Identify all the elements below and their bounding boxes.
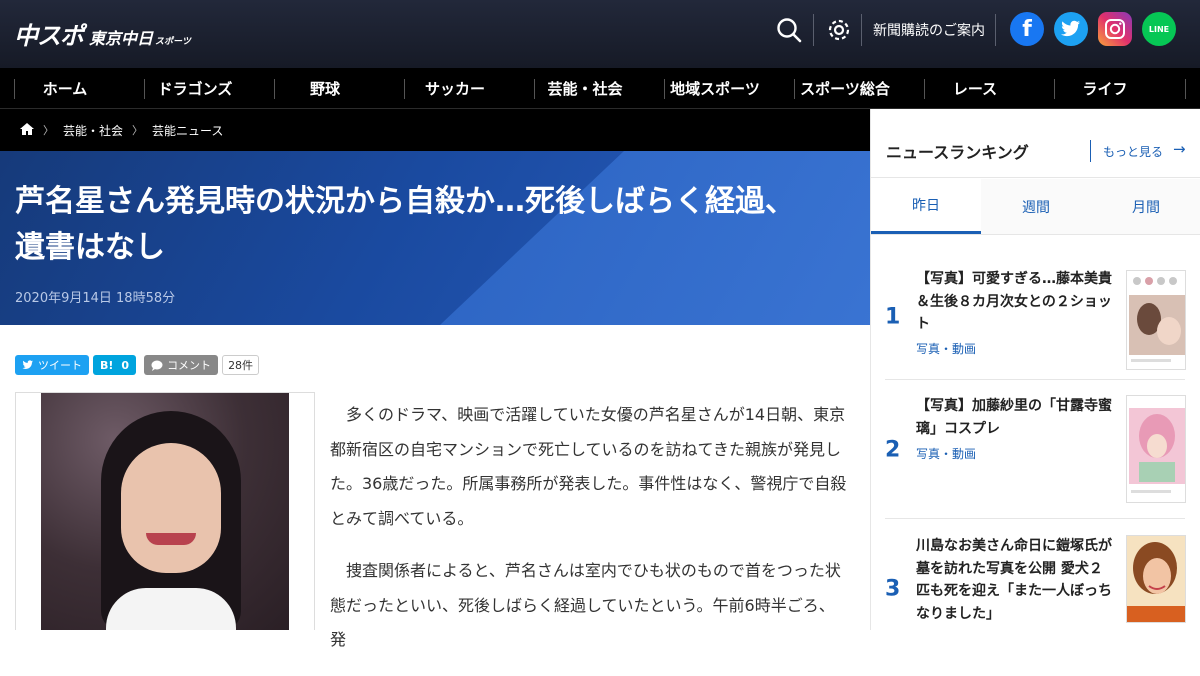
article-photo[interactable]: [15, 392, 315, 630]
arrow-right-icon[interactable]: →: [1173, 140, 1186, 158]
rank-category[interactable]: 写真・動画: [916, 340, 976, 357]
rank-thumbnail: [1126, 535, 1186, 623]
ranking-item[interactable]: 1 【写真】可愛すぎる…藤本美貴＆生後８カ月次女との２ショット 写真・動画: [885, 254, 1186, 380]
instagram-icon[interactable]: [1098, 12, 1132, 46]
logo-sub: スポーツ: [155, 37, 191, 47]
article-title: 芦名星さん発見時の状況から自殺か…死後しばらく経過、遺書はなし: [15, 184, 795, 265]
line-icon[interactable]: LINE: [1142, 12, 1176, 46]
home-icon[interactable]: [20, 122, 34, 138]
photo-face: [121, 443, 221, 573]
comment-label: コメント: [167, 359, 212, 372]
nav-item-entertainment[interactable]: 芸能・社会: [520, 68, 650, 108]
ranking-title: ニュースランキング: [886, 143, 1029, 162]
twitter-icon[interactable]: [1054, 12, 1088, 46]
nav-item-local-sports[interactable]: 地域スポーツ: [650, 68, 780, 108]
photo-smile: [146, 533, 196, 545]
comment-button[interactable]: コメント: [144, 355, 219, 375]
hatena-count: 0: [121, 358, 130, 372]
nav-item-sports-general[interactable]: スポーツ総合: [780, 68, 910, 108]
rank-number: 3: [885, 576, 901, 602]
search-icon[interactable]: [775, 16, 803, 44]
more-link[interactable]: もっと見る: [1103, 143, 1163, 160]
breadcrumb: 〉 芸能・社会 〉 芸能ニュース: [0, 109, 870, 151]
header-divider: [995, 14, 996, 46]
comment-count: 28件: [222, 355, 260, 375]
nav-item-dragons[interactable]: ドラゴンズ: [130, 68, 260, 108]
ranking-header: ニュースランキング もっと見る →: [871, 109, 1200, 178]
rank-thumbnail: [1126, 270, 1186, 370]
subscribe-link[interactable]: 新聞購読のご案内: [873, 20, 985, 40]
breadcrumb-item[interactable]: 芸能ニュース: [152, 122, 223, 139]
header-divider: [861, 14, 862, 46]
share-bar: ツイート B! 0 コメント 28件: [15, 355, 260, 375]
rank-category[interactable]: 写真・動画: [916, 445, 976, 462]
photo-shirt: [106, 588, 236, 630]
breadcrumb-item[interactable]: 芸能・社会: [63, 122, 123, 139]
tab-monthly[interactable]: 月間: [1091, 179, 1200, 234]
ranking-sidebar: ニュースランキング もっと見る → 昨日 週間 月間 1 【写真】可愛すぎる…藤…: [870, 109, 1200, 630]
breadcrumb-separator: 〉: [132, 124, 144, 137]
main-nav: ホーム ドラゴンズ 野球 サッカー 芸能・社会 地域スポーツ スポーツ総合 レー…: [0, 68, 1200, 109]
tab-yesterday[interactable]: 昨日: [871, 179, 981, 234]
nav-item-soccer[interactable]: サッカー: [390, 68, 520, 108]
site-logo[interactable]: 中スポ 東京中日 スポーツ: [14, 16, 191, 50]
nav-item-baseball[interactable]: 野球: [260, 68, 390, 108]
header-divider: [813, 14, 814, 46]
tweet-button[interactable]: ツイート: [15, 355, 89, 375]
facebook-icon[interactable]: f: [1010, 12, 1044, 46]
tweet-label: ツイート: [38, 359, 82, 372]
article-paragraph: 多くのドラマ、映画で活躍していた女優の芦名星さんが14日朝、東京都新宿区の自宅マ…: [330, 405, 847, 528]
rank-number: 1: [885, 304, 901, 329]
ranking-divider: [1090, 140, 1091, 162]
hatena-label: B!: [100, 358, 114, 372]
ranking-tabs: 昨日 週間 月間: [871, 179, 1200, 235]
rank-title: 【写真】加藤紗里の「甘露寺蜜璃」コスプレ: [916, 398, 1112, 437]
logo-name: 東京中日: [89, 29, 154, 48]
article-body: 多くのドラマ、映画で活躍していた女優の芦名星さんが14日朝、東京都新宿区の自宅マ…: [330, 398, 850, 676]
nav-item-life[interactable]: ライフ: [1040, 68, 1186, 108]
rank-number: 2: [885, 437, 901, 462]
tab-weekly[interactable]: 週間: [981, 179, 1091, 234]
article-paragraph: 捜査関係者によると、芦名さんは室内でひも状のもので首をつった状態だったといい、死…: [330, 561, 841, 649]
site-header: 中スポ 東京中日 スポーツ 新聞購読のご案内 f LINE: [0, 0, 1200, 68]
nav-item-race[interactable]: レース: [910, 68, 1040, 108]
article-header: 芦名星さん発見時の状況から自殺か…死後しばらく経過、遺書はなし 2020年9月1…: [0, 151, 870, 325]
article-date: 2020年9月14日 18時58分: [15, 291, 176, 306]
nav-item-home[interactable]: ホーム: [0, 68, 130, 108]
twitter-icon: [22, 360, 33, 369]
ranking-item[interactable]: 3 川島なお美さん命日に鎧塚氏が墓を訪れた写真を公開 愛犬２匹も死を迎え「また一…: [885, 519, 1186, 630]
ranking-item[interactable]: 2 【写真】加藤紗里の「甘露寺蜜璃」コスプレ 写真・動画: [885, 381, 1186, 519]
rank-title: 【写真】可愛すぎる…藤本美貴＆生後８カ月次女との２ショット: [916, 271, 1112, 332]
breadcrumb-separator: 〉: [43, 124, 54, 137]
rank-title: 川島なお美さん命日に鎧塚氏が墓を訪れた写真を公開 愛犬２匹も死を迎え「また一人ぼ…: [916, 538, 1112, 622]
hatena-button[interactable]: B! 0: [93, 355, 137, 375]
logo-brand: 中スポ: [14, 22, 84, 50]
rank-thumbnail: [1126, 395, 1186, 503]
gear-icon[interactable]: [825, 16, 853, 44]
comment-icon: [151, 360, 163, 371]
